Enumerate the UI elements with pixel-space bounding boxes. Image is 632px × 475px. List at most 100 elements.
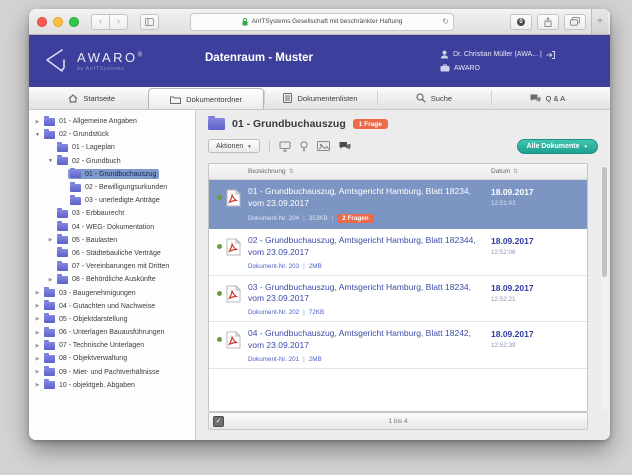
address-bar[interactable]: AirITSystems Gesellschaft mit beschränkt… — [190, 13, 454, 31]
expand-arrow-icon[interactable] — [33, 303, 42, 309]
tree-item[interactable]: 03 - Erbbaurecht — [29, 207, 195, 220]
zoom-window-button[interactable] — [69, 17, 79, 27]
document-row[interactable]: 02 - Grundbuchauszug, Amtsgericht Hambur… — [209, 229, 587, 276]
user-menu[interactable]: Dr. Christian Müller (AWA... | — [440, 50, 555, 59]
extension-badge-button[interactable]: 0 — [510, 14, 532, 30]
tree-item[interactable]: 06 - Unterlagen Bauausführungen — [29, 326, 195, 339]
tree-item-label: 02 - Grundbuch — [72, 158, 121, 165]
awaro-logo: AWARO® by AirITSystems — [29, 47, 142, 75]
tree-item[interactable]: 07 - Technische Unterlagen — [29, 339, 195, 352]
tree-item[interactable]: 02 - Grundbuch — [29, 155, 195, 168]
tab-overview-button[interactable] — [564, 14, 586, 30]
tree-item[interactable]: 02 - Grundstück — [29, 128, 195, 141]
document-size: 72KB — [309, 309, 324, 316]
pdf-file-icon[interactable] — [226, 189, 241, 212]
document-row[interactable]: 01 - Grundbuchauszug, Amtsgericht Hambur… — [209, 180, 587, 229]
tree-item[interactable]: 05 - Baulasten — [29, 234, 195, 247]
document-title[interactable]: 04 - Grundbuchauszug, Amtsgericht Hambur… — [248, 328, 483, 352]
document-row[interactable]: 04 - Grundbuchauszug, Amtsgericht Hambur… — [209, 322, 587, 369]
tree-item[interactable]: 01 - Grundbuchauszug — [29, 168, 195, 181]
document-row[interactable]: 03 - Grundbuchauszug, Amtsgericht Hambur… — [209, 276, 587, 323]
expand-arrow-icon[interactable] — [46, 277, 55, 283]
tree-item[interactable]: 04 - WEG- Dokumentation — [29, 221, 195, 234]
expand-arrow-icon[interactable] — [33, 330, 42, 336]
main-nav-tabs: Startseite Dokumentordner Dokumentenlist… — [29, 87, 610, 110]
pdf-file-icon[interactable] — [226, 238, 241, 261]
document-rows: 01 - Grundbuchauszug, Amtsgericht Hambur… — [209, 180, 587, 369]
scrollbar-thumb[interactable] — [602, 167, 607, 277]
tab-label: Dokumentenlisten — [297, 94, 357, 103]
tree-item[interactable]: 01 - Allgemeine Angaben — [29, 115, 195, 128]
expand-arrow-icon[interactable] — [33, 119, 42, 125]
tab-qa[interactable]: Q & A — [491, 87, 604, 109]
folder-questions-badge[interactable]: 1 Frage — [353, 119, 388, 129]
tree-item[interactable]: 06 - Städtebauliche Verträge — [29, 247, 195, 260]
tree-item-label: 01 - Lageplan — [72, 144, 115, 151]
expand-arrow-icon[interactable] — [46, 237, 55, 243]
document-main: 01 - Grundbuchauszug, Amtsgericht Hambur… — [248, 186, 491, 223]
alle-dokumente-button[interactable]: Alle Dokumente — [517, 139, 598, 154]
briefcase-icon — [440, 64, 450, 72]
tree-item[interactable]: 02 - Bewilligungsurkunden — [29, 181, 195, 194]
expand-arrow-icon[interactable] — [33, 132, 42, 138]
tree-item[interactable]: 09 - Miet- und Pachtverhältnisse — [29, 366, 195, 379]
sort-icon[interactable] — [289, 168, 294, 175]
home-icon — [68, 94, 78, 103]
lightbulb-icon[interactable] — [300, 141, 308, 152]
tree-item-label: 07 - Technische Unterlagen — [59, 342, 144, 349]
folder-icon — [57, 249, 68, 257]
comments-icon[interactable] — [339, 141, 351, 151]
monitor-icon[interactable] — [279, 141, 291, 152]
tab-dokumentordner[interactable]: Dokumentordner — [148, 88, 263, 109]
image-card-icon[interactable] — [317, 141, 330, 151]
tree-item[interactable]: 04 - Gutachten und Nachweise — [29, 300, 195, 313]
tree-item[interactable]: 08 - Objektverwaltung — [29, 352, 195, 365]
tab-suche[interactable]: Suche — [377, 87, 490, 109]
tree-item[interactable]: 08 - Behördliche Auskünfte — [29, 273, 195, 286]
user-name: Dr. Christian Müller (AWA... | — [453, 51, 542, 58]
tree-item[interactable]: 10 - objektgeb. Abgaben — [29, 379, 195, 392]
document-toolbar: Aktionen Alle Dokumente — [208, 137, 598, 155]
share-button[interactable] — [537, 14, 559, 30]
workspace-menu[interactable]: AWARO — [440, 64, 480, 72]
document-title[interactable]: 03 - Grundbuchauszug, Amtsgericht Hambur… — [248, 282, 483, 306]
tab-label: Q & A — [546, 94, 566, 103]
folder-icon — [57, 144, 68, 152]
aktionen-button[interactable]: Aktionen — [208, 139, 260, 153]
document-size: 353KB — [309, 215, 328, 222]
close-window-button[interactable] — [37, 17, 47, 27]
scrollbar-track[interactable] — [601, 166, 608, 410]
expand-arrow-icon[interactable] — [33, 290, 42, 296]
expand-arrow-icon[interactable] — [33, 316, 42, 322]
tab-startseite[interactable]: Startseite — [35, 87, 148, 109]
folder-icon — [57, 236, 68, 244]
pdf-file-icon[interactable] — [226, 331, 241, 354]
pdf-file-icon[interactable] — [226, 285, 241, 308]
expand-arrow-icon[interactable] — [33, 343, 42, 349]
new-tab-button[interactable] — [591, 9, 608, 34]
expand-arrow-icon[interactable] — [33, 356, 42, 362]
status-dot-icon — [217, 244, 222, 249]
tree-item[interactable]: 07 - Vereinbarungen mit Dritten — [29, 260, 195, 273]
document-title[interactable]: 01 - Grundbuchauszug, Amtsgericht Hambur… — [248, 186, 483, 210]
reload-icon[interactable] — [442, 17, 449, 26]
questions-badge[interactable]: 2 Fragen — [337, 214, 373, 223]
forward-button[interactable] — [109, 14, 128, 30]
tree-item[interactable]: 01 - Lageplan — [29, 141, 195, 154]
minimize-window-button[interactable] — [53, 17, 63, 27]
column-datum[interactable]: Datum — [491, 168, 587, 175]
document-title[interactable]: 02 - Grundbuchauszug, Amtsgericht Hambur… — [248, 235, 483, 259]
expand-arrow-icon[interactable] — [33, 369, 42, 375]
expand-arrow-icon[interactable] — [33, 382, 42, 388]
tab-dokumentenlisten[interactable]: Dokumentenlisten — [264, 87, 377, 109]
document-main: 04 - Grundbuchauszug, Amtsgericht Hambur… — [248, 328, 491, 363]
tree-item[interactable]: 03 - unerledigte Anträge — [29, 194, 195, 207]
back-button[interactable] — [91, 14, 110, 30]
tree-item[interactable]: 03 - Baugenehmigungen — [29, 286, 195, 299]
sort-icon[interactable] — [513, 168, 518, 175]
tree-item[interactable]: 05 - Objektdarstellung — [29, 313, 195, 326]
sidebar-toggle-button[interactable] — [140, 14, 159, 30]
expand-arrow-icon[interactable] — [46, 158, 55, 164]
column-bezeichnung[interactable]: Bezeichnung — [209, 168, 491, 175]
logout-icon[interactable] — [546, 51, 555, 59]
